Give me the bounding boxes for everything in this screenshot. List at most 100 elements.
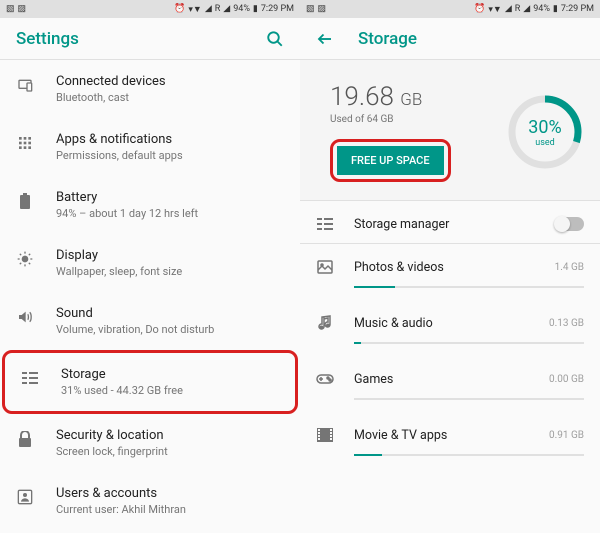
- settings-screen: ▧ ▨ ⏰ ▾▼ ◢ R ◢ 94% ▮ 7:29 PM Settings Co…: [0, 0, 300, 533]
- item-title: Apps & notifications: [56, 132, 284, 147]
- item-title: Security & location: [56, 428, 284, 443]
- storage-screen: ▧ ▨ ⏰ ▾▼ ◢ R ◢ 94% ▮ 7:29 PM Storage 19.…: [300, 0, 600, 533]
- storage-category-movie-tv-apps[interactable]: Movie & TV apps 0.91 GB: [300, 412, 600, 454]
- status-right: ⏰ ▾▼ ◢ R ◢ 94% ▮ 7:29 PM: [474, 4, 594, 15]
- usage-donut: 30% used: [506, 93, 584, 171]
- time-text: 7:29 PM: [261, 4, 294, 14]
- settings-item-sound[interactable]: Sound Volume, vibration, Do not disturb: [0, 292, 300, 350]
- back-icon[interactable]: [316, 30, 334, 48]
- settings-list: Connected devices Bluetooth, cast Apps & n…: [0, 60, 300, 533]
- category-name: Music & audio: [354, 316, 529, 331]
- settings-item-storage[interactable]: Storage 31% used - 44.32 GB free: [2, 350, 298, 414]
- status-left: ▧ ▨: [6, 4, 26, 14]
- storage-category-photos-videos[interactable]: Photos & videos 1.4 GB: [300, 244, 600, 286]
- category-name: Movie & TV apps: [354, 428, 529, 443]
- movies-icon: [316, 426, 334, 444]
- storage-category-games[interactable]: Games 0.00 GB: [300, 356, 600, 398]
- storage-icon: [21, 369, 39, 387]
- settings-item-security-location[interactable]: Security & location Screen lock, fingerpr…: [0, 414, 300, 472]
- games-icon: [316, 370, 334, 388]
- photos-icon: [316, 258, 334, 276]
- settings-item-display[interactable]: Display Wallpaper, sleep, font size: [0, 234, 300, 292]
- item-subtitle: Current user: Akhil Mithran: [56, 503, 284, 516]
- alarm-icon: ⏰: [474, 4, 485, 14]
- status-right: ⏰ ▾▼ ◢ R ◢ 94% ▮ 7:29 PM: [174, 4, 294, 15]
- battery-icon: ▮: [553, 4, 558, 14]
- picture-icon: ▨: [318, 4, 327, 14]
- wifi-icon: ▾▼: [188, 4, 201, 15]
- signal-icon: ◢: [223, 4, 230, 14]
- settings-item-battery[interactable]: Battery 94% – about 1 day 12 hrs left: [0, 176, 300, 234]
- signal-icon: ◢: [205, 4, 212, 14]
- picture-icon: ▨: [18, 4, 27, 14]
- picture-icon: ▧: [6, 4, 15, 14]
- picture-icon: ▧: [306, 4, 315, 14]
- storage-category-music-audio[interactable]: Music & audio 0.13 GB: [300, 300, 600, 342]
- settings-item-users-accounts[interactable]: Users & accounts Current user: Akhil Mith…: [0, 472, 300, 530]
- display-icon: [16, 250, 34, 268]
- category-size: 0.91 GB: [549, 430, 584, 441]
- item-subtitle: 94% – about 1 day 12 hrs left: [56, 207, 284, 220]
- storage-content: 19.68 GB Used of 64 GB FREE UP SPACE 30%…: [300, 60, 600, 533]
- apps-icon: [16, 134, 34, 152]
- storage-title: Storage: [358, 29, 584, 49]
- settings-item-connected-devices[interactable]: Connected devices Bluetooth, cast: [0, 60, 300, 118]
- storage-info: 19.68 GB Used of 64 GB FREE UP SPACE: [330, 82, 506, 182]
- item-subtitle: 31% used - 44.32 GB free: [61, 384, 279, 397]
- item-title: Sound: [56, 306, 284, 321]
- storage-summary: 19.68 GB Used of 64 GB FREE UP SPACE 30%…: [300, 60, 600, 200]
- item-subtitle: Volume, vibration, Do not disturb: [56, 323, 284, 336]
- signal-icon: ◢: [505, 4, 512, 14]
- status-bar: ▧ ▨ ⏰ ▾▼ ◢ R ◢ 94% ▮ 7:29 PM: [300, 0, 600, 18]
- status-left: ▧ ▨: [306, 4, 326, 14]
- storage-app-bar: Storage: [300, 18, 600, 60]
- item-subtitle: Bluetooth, cast: [56, 91, 284, 104]
- security-icon: [16, 430, 34, 448]
- roaming-icon: R: [515, 4, 521, 14]
- signal-icon: ◢: [523, 4, 530, 14]
- settings-app-bar: Settings: [0, 18, 300, 60]
- alarm-icon: ⏰: [174, 4, 185, 14]
- category-bar: [354, 342, 584, 344]
- free-up-space-button[interactable]: FREE UP SPACE: [337, 146, 444, 175]
- storage-manager-toggle[interactable]: [556, 217, 584, 231]
- connected-devices-icon: [16, 76, 34, 94]
- battery-icon: [16, 192, 34, 210]
- battery-text: 94%: [533, 4, 550, 14]
- item-title: Storage: [61, 367, 279, 382]
- users-icon: [16, 488, 34, 506]
- search-icon[interactable]: [266, 30, 284, 48]
- category-size: 1.4 GB: [555, 262, 584, 273]
- battery-icon: ▮: [253, 4, 258, 14]
- item-title: Display: [56, 248, 284, 263]
- status-bar: ▧ ▨ ⏰ ▾▼ ◢ R ◢ 94% ▮ 7:29 PM: [0, 0, 300, 18]
- item-subtitle: Wallpaper, sleep, font size: [56, 265, 284, 278]
- storage-manager-icon: [316, 215, 334, 233]
- category-size: 0.00 GB: [549, 374, 584, 385]
- donut-label: used: [535, 138, 554, 148]
- category-bar: [354, 454, 584, 456]
- roaming-icon: R: [215, 4, 221, 14]
- item-subtitle: Permissions, default apps: [56, 149, 284, 162]
- category-size: 0.13 GB: [549, 318, 584, 329]
- music-icon: [316, 314, 334, 332]
- storage-manager-label: Storage manager: [354, 217, 536, 232]
- settings-item-apps-notifications[interactable]: Apps & notifications Permissions, default…: [0, 118, 300, 176]
- category-bar: [354, 286, 584, 288]
- donut-percent: 30%: [528, 117, 561, 138]
- wifi-icon: ▾▼: [488, 4, 501, 15]
- item-title: Battery: [56, 190, 284, 205]
- category-bar: [354, 398, 584, 400]
- used-of-text: Used of 64 GB: [330, 114, 506, 125]
- used-amount: 19.68 GB: [330, 82, 506, 112]
- storage-manager-row[interactable]: Storage manager: [300, 201, 600, 243]
- free-up-highlight: FREE UP SPACE: [330, 139, 451, 182]
- settings-title: Settings: [16, 29, 242, 49]
- item-title: Connected devices: [56, 74, 284, 89]
- sound-icon: [16, 308, 34, 326]
- item-subtitle: Screen lock, fingerprint: [56, 445, 284, 458]
- time-text: 7:29 PM: [561, 4, 594, 14]
- category-name: Games: [354, 372, 529, 387]
- item-title: Users & accounts: [56, 486, 284, 501]
- category-name: Photos & videos: [354, 260, 535, 275]
